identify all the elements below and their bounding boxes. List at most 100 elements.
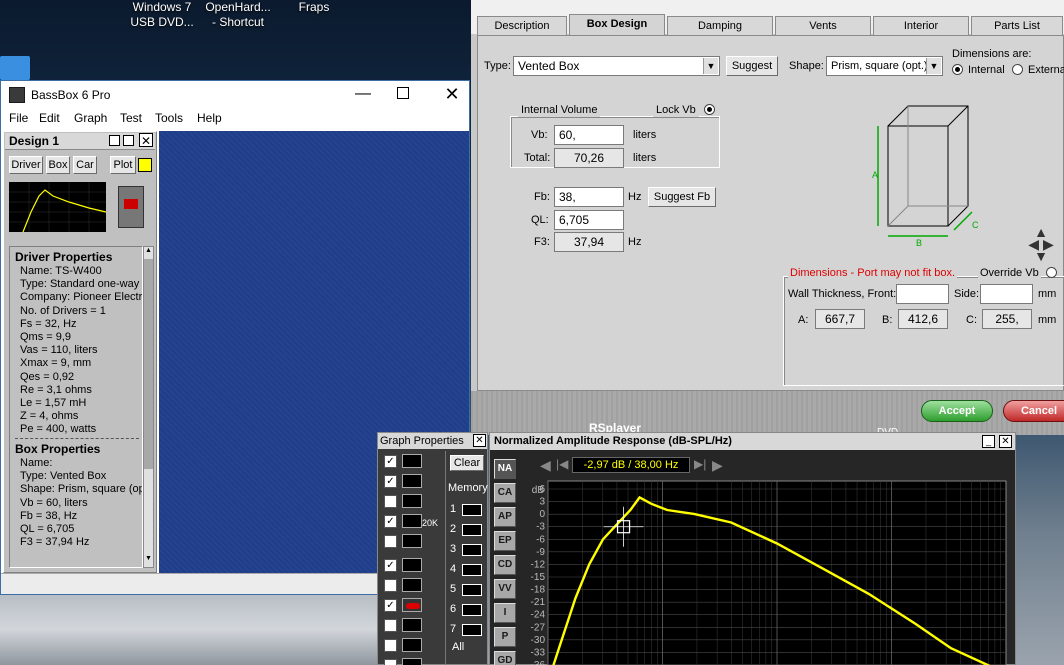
option-checkbox[interactable] (384, 639, 397, 652)
memory-slot[interactable] (462, 544, 482, 556)
restore-icon[interactable] (123, 135, 134, 146)
option-checkbox[interactable]: ✓ (384, 455, 397, 468)
tab-car[interactable]: Car (73, 156, 97, 174)
memory-slot[interactable] (462, 504, 482, 516)
menu-file[interactable]: File (9, 112, 28, 125)
chevron-down-icon[interactable]: ▼ (926, 58, 941, 74)
rotate-arrows-icon[interactable]: ▲ ◀ ▶ ▼ (1023, 225, 1059, 263)
tab-vents[interactable]: Vents (775, 16, 871, 36)
cursor-right-icon[interactable]: ▶ (712, 457, 723, 474)
ql-input[interactable]: 6,705 (554, 210, 624, 230)
graph-tab-gd[interactable]: GD (494, 651, 516, 665)
option-checkbox[interactable] (384, 659, 397, 665)
suggest-fb-button[interactable]: Suggest Fb (648, 187, 716, 207)
graph-tab-vv[interactable]: VV (494, 579, 516, 599)
suggest-button[interactable]: Suggest (726, 56, 778, 76)
memory-slot[interactable] (462, 584, 482, 596)
grid-icon (402, 474, 422, 488)
memory-slot[interactable] (462, 624, 482, 636)
design-close-icon[interactable]: ✕ (139, 133, 153, 148)
tab-parts-list[interactable]: Parts List (971, 16, 1063, 36)
minimize-icon[interactable]: — (353, 85, 373, 105)
vb-input[interactable]: 60, (554, 125, 624, 145)
menu-help[interactable]: Help (197, 112, 222, 125)
y-tick-label: -12 (531, 559, 546, 570)
chevron-down-icon[interactable]: ▼ (703, 58, 718, 74)
response-thumbnail[interactable] (9, 182, 106, 232)
shape-select[interactable]: Prism, square (opt.) ▼ (826, 56, 943, 76)
properties-list[interactable]: Driver Properties Name: TS-W400 Type: Sta… (9, 246, 143, 568)
option-checkbox[interactable]: ✓ (384, 559, 397, 572)
tab-box-design[interactable]: Box Design (569, 14, 665, 36)
tab-interior[interactable]: Interior (873, 16, 969, 36)
cancel-button[interactable]: Cancel (1003, 400, 1064, 422)
graph-tab-na[interactable]: NA (494, 459, 516, 479)
menu-edit[interactable]: Edit (39, 112, 60, 125)
desktop-icon-openhard[interactable]: OpenHard... - Shortcut (200, 0, 276, 30)
tab-box[interactable]: Box (46, 156, 70, 174)
menu-graph[interactable]: Graph (74, 112, 107, 125)
fb-input[interactable]: 38, (554, 187, 624, 207)
graph-tab-ca[interactable]: CA (494, 483, 516, 503)
graph-properties-close-icon[interactable]: ✕ (473, 434, 486, 447)
driver-line: Le = 1,57 mH (20, 397, 87, 409)
graph-tab-ap[interactable]: AP (494, 507, 516, 527)
design-title-bar[interactable]: Design 1 ✕ (5, 133, 155, 150)
graph-tab-ep[interactable]: EP (494, 531, 516, 551)
memory-slot[interactable] (462, 564, 482, 576)
internal-radio[interactable] (952, 64, 963, 75)
desktop-icon-windows7[interactable]: Windows 7 USB DVD... (126, 0, 198, 30)
scroll-down-icon[interactable]: ▼ (144, 555, 153, 565)
option-checkbox[interactable]: ✓ (384, 599, 397, 612)
menu-tools[interactable]: Tools (155, 112, 183, 125)
graph-properties-title-bar[interactable]: Graph Properties ✕ (378, 433, 487, 449)
box-line: F3 = 37,94 Hz (20, 536, 90, 549)
tab-damping[interactable]: Damping (667, 16, 773, 36)
type-select[interactable]: Vented Box ▼ (513, 56, 720, 76)
wall-front-input[interactable] (896, 284, 949, 304)
cursor-step-left-icon[interactable]: |◀ (556, 457, 568, 471)
plot-color-swatch[interactable] (138, 158, 152, 172)
type-label: Type: (484, 60, 511, 72)
option-checkbox[interactable] (384, 495, 397, 508)
amplitude-response-chart[interactable]: 630-3-6-9-12-15-18-21-24-27-30-33-36dB (520, 477, 1012, 665)
graph-title-bar[interactable]: Normalized Amplitude Response (dB-SPL/Hz… (490, 433, 1015, 450)
lock-vb-radio[interactable] (704, 104, 715, 115)
car-shape (406, 603, 420, 609)
properties-scrollbar[interactable]: ▲ ▼ (143, 246, 154, 568)
graph-minimize-icon[interactable]: _ (982, 435, 995, 448)
graph-tab-i[interactable]: I (494, 603, 516, 623)
memory-slot[interactable] (462, 524, 482, 536)
graph-tab-cd[interactable]: CD (494, 555, 516, 575)
clear-button[interactable]: Clear (450, 455, 484, 471)
tab-description[interactable]: Description (477, 16, 567, 36)
cursor-step-right-icon[interactable]: ▶| (694, 457, 706, 471)
desktop-icon-fraps[interactable]: Fraps (286, 0, 342, 15)
option-checkbox[interactable] (384, 619, 397, 632)
menu-test[interactable]: Test (120, 112, 142, 125)
graph-close-icon[interactable]: ✕ (999, 435, 1012, 448)
accept-button[interactable]: Accept (921, 400, 993, 422)
wall-side-input[interactable] (980, 284, 1033, 304)
override-vb-radio[interactable] (1046, 267, 1057, 278)
y-tick-label: -3 (536, 522, 545, 533)
close-icon[interactable]: ✕ (441, 83, 463, 105)
all-label[interactable]: All (452, 641, 464, 654)
tab-driver[interactable]: Driver (9, 156, 43, 174)
option-checkbox[interactable] (384, 535, 397, 548)
plot-button[interactable]: Plot (110, 156, 136, 174)
save-icon[interactable] (109, 135, 120, 146)
graph-tab-p[interactable]: P (494, 627, 516, 647)
memory-slot[interactable] (462, 604, 482, 616)
title-bar[interactable]: BassBox 6 Pro — ✕ (1, 81, 469, 109)
scroll-up-icon[interactable]: ▲ (144, 247, 153, 257)
external-radio[interactable] (1012, 64, 1023, 75)
desktop-folder-icon[interactable] (0, 56, 30, 80)
option-checkbox[interactable] (384, 579, 397, 592)
maximize-icon[interactable] (397, 87, 409, 99)
scroll-thumb[interactable] (144, 259, 153, 469)
option-checkbox[interactable]: ✓ (384, 475, 397, 488)
memory-slot-label: 2 (450, 523, 457, 535)
cursor-left-icon[interactable]: ◀ (540, 457, 551, 474)
option-checkbox[interactable]: ✓ (384, 515, 397, 528)
